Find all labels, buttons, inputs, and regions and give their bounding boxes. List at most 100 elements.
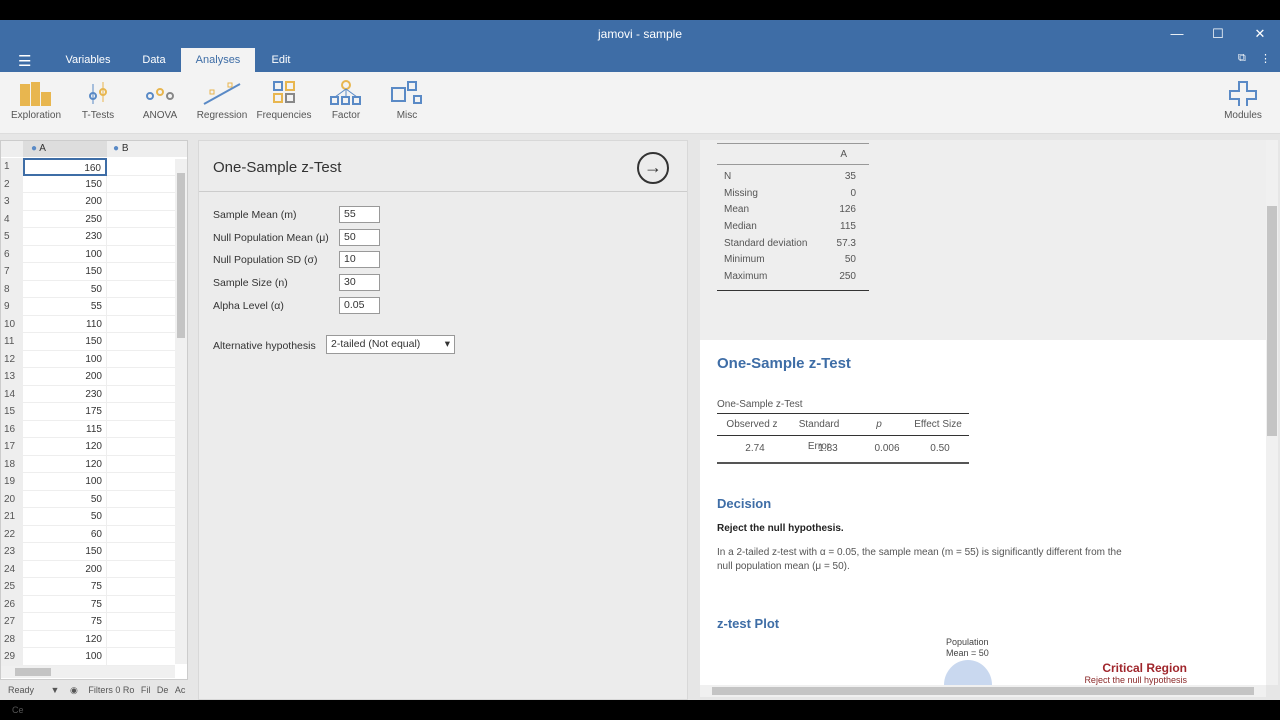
- cell-b[interactable]: [107, 648, 175, 666]
- table-row[interactable]: 12 100: [1, 350, 175, 368]
- factor-button[interactable]: Factor: [314, 80, 378, 121]
- table-row[interactable]: 7 150: [1, 263, 175, 281]
- t-tests-button[interactable]: T-Tests: [66, 80, 130, 121]
- table-row[interactable]: 2150: [1, 175, 175, 193]
- table-row[interactable]: 17 120: [1, 438, 175, 456]
- close-button[interactable]: ✕: [1240, 20, 1280, 48]
- field-input[interactable]: 0.05: [339, 296, 380, 314]
- table-row[interactable]: 1 160: [1, 158, 175, 176]
- cell-a[interactable]: 100: [23, 350, 107, 368]
- alternative-hypothesis-select[interactable]: 2-tailed (Not equal) ▾: [326, 335, 455, 354]
- table-row[interactable]: 22 60: [1, 525, 175, 543]
- table-row[interactable]: 8 50: [1, 280, 175, 298]
- cell-a[interactable]: 200: [23, 193, 107, 211]
- cell-b[interactable]: [107, 386, 175, 403]
- cell-b[interactable]: [107, 193, 175, 211]
- cell-a[interactable]: 50: [23, 508, 107, 526]
- cell-a[interactable]: 75: [23, 578, 107, 596]
- cell-a[interactable]: 110: [23, 315, 107, 333]
- tab-data[interactable]: Data: [134, 48, 174, 72]
- cell-a[interactable]: 200: [23, 368, 107, 386]
- cell-b[interactable]: [107, 578, 175, 596]
- table-row[interactable]: 26 75: [1, 595, 175, 613]
- horizontal-scrollbar[interactable]: [1, 666, 175, 678]
- table-row[interactable]: 19 100: [1, 473, 175, 491]
- cell-b[interactable]: [107, 351, 175, 368]
- table-row[interactable]: 5 230: [1, 228, 175, 246]
- results-vertical-scrollbar[interactable]: [1266, 140, 1278, 685]
- cell-a[interactable]: 200: [23, 560, 107, 578]
- table-row[interactable]: 13 200: [1, 368, 175, 386]
- table-row[interactable]: 3 200: [1, 193, 175, 211]
- table-row[interactable]: 16 115: [1, 420, 175, 438]
- field-input[interactable]: 55: [339, 206, 380, 223]
- frequencies-button[interactable]: Frequencies: [252, 80, 316, 121]
- column-header-a[interactable]: ● A: [23, 141, 107, 157]
- anova-button[interactable]: ANOVA: [128, 80, 192, 121]
- cell-a[interactable]: 230: [23, 228, 107, 246]
- cell-a[interactable]: 100: [23, 245, 107, 263]
- cell-b[interactable]: [107, 316, 175, 333]
- table-row[interactable]: 6 100: [1, 245, 175, 263]
- cell-a[interactable]: 75: [23, 595, 107, 613]
- misc-button[interactable]: Misc: [375, 80, 439, 121]
- results-horizontal-scrollbar[interactable]: [700, 685, 1266, 697]
- vertical-scrollbar[interactable]: [175, 159, 187, 664]
- more-options-icon[interactable]: ⋮: [1260, 52, 1271, 65]
- cell-a[interactable]: 150: [23, 175, 107, 193]
- cell-b[interactable]: [107, 211, 175, 228]
- table-row[interactable]: 20 50: [1, 490, 175, 508]
- field-input[interactable]: 50: [339, 228, 380, 246]
- table-row[interactable]: 28 120: [1, 630, 175, 648]
- data-grid[interactable]: ● A ● B 1 160 2 150 3 200 4 250 5 230 6 100 7 150 8 50 9…: [0, 140, 188, 680]
- cell-a[interactable]: 50: [23, 490, 107, 508]
- cell-b[interactable]: [107, 403, 175, 421]
- cell-b[interactable]: [107, 438, 175, 456]
- cell-a[interactable]: 100: [23, 473, 107, 491]
- regression-button[interactable]: Regression: [190, 80, 254, 121]
- arrow-right-icon[interactable]: →: [637, 152, 669, 184]
- cell-b[interactable]: [107, 246, 175, 263]
- cell-a[interactable]: 75: [23, 613, 107, 631]
- cell-b[interactable]: [107, 263, 175, 281]
- cell-b[interactable]: [107, 158, 175, 176]
- column-header-b[interactable]: ● B: [107, 141, 187, 157]
- cell-b[interactable]: [107, 526, 175, 543]
- cell-b[interactable]: [107, 228, 175, 246]
- cell-a[interactable]: 150: [23, 543, 107, 561]
- tab-analyses[interactable]: Analyses: [181, 48, 255, 72]
- cell-a[interactable]: 120: [23, 455, 107, 473]
- table-row[interactable]: 24 200: [1, 560, 175, 578]
- cell-a[interactable]: 230: [23, 385, 107, 403]
- maximize-button[interactable]: ☐: [1198, 20, 1238, 48]
- field-input[interactable]: 10: [339, 251, 380, 269]
- cell-b[interactable]: [107, 596, 175, 613]
- exploration-button[interactable]: Exploration: [4, 80, 68, 121]
- cell-a[interactable]: 150: [23, 263, 107, 281]
- table-row[interactable]: 27 75: [1, 613, 175, 631]
- table-row[interactable]: 25 75: [1, 578, 175, 596]
- window-mode-icon[interactable]: ⧉: [1238, 52, 1246, 65]
- cell-a[interactable]: 160: [23, 158, 107, 176]
- cell-a[interactable]: 150: [23, 333, 107, 351]
- table-row[interactable]: 18 120: [1, 455, 175, 473]
- cell-b[interactable]: [107, 508, 175, 526]
- cell-b[interactable]: [107, 298, 175, 316]
- cell-b[interactable]: [107, 368, 175, 386]
- cell-a[interactable]: 175: [23, 403, 107, 421]
- cell-b[interactable]: [107, 281, 175, 298]
- table-row[interactable]: 2150: [1, 508, 175, 526]
- modules-button[interactable]: Modules: [1211, 80, 1275, 121]
- cell-a[interactable]: 60: [23, 525, 107, 543]
- table-row[interactable]: 11 150: [1, 333, 175, 351]
- tab-variables[interactable]: Variables: [60, 48, 116, 72]
- cell-b[interactable]: [107, 543, 175, 561]
- cell-b[interactable]: [107, 176, 175, 193]
- table-row[interactable]: 15 175: [1, 403, 175, 421]
- cell-b[interactable]: [107, 333, 175, 351]
- field-input[interactable]: 30: [339, 274, 380, 292]
- cell-b[interactable]: [107, 561, 175, 578]
- table-row[interactable]: 4 250: [1, 210, 175, 228]
- cell-a[interactable]: 250: [23, 210, 107, 228]
- cell-a[interactable]: 55: [23, 298, 107, 316]
